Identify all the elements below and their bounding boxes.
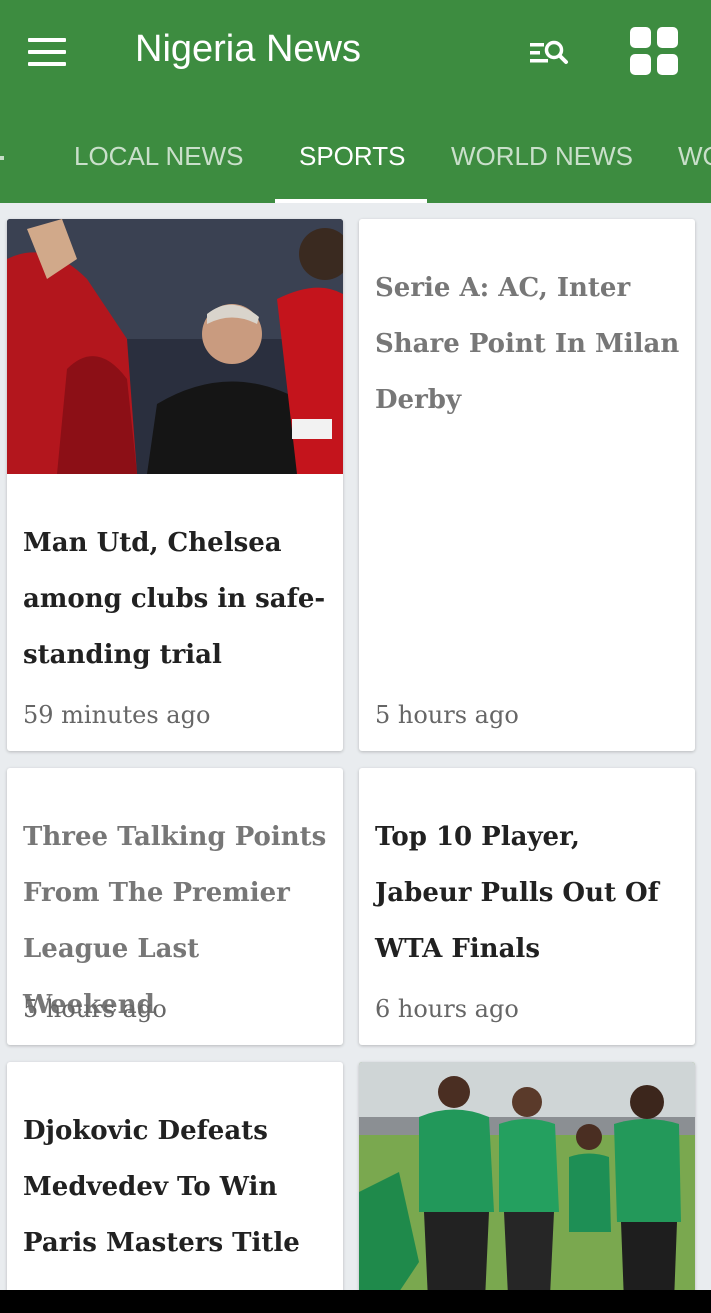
article-card[interactable]: Serie A: AC, Inter Share Point In Milan … <box>359 219 695 751</box>
system-navigation-bar <box>0 1290 711 1313</box>
article-card[interactable]: Djokovic Defeats Medvedev To Win Paris M… <box>7 1062 343 1313</box>
menu-button[interactable] <box>22 30 72 74</box>
article-time: 59 minutes ago <box>23 701 211 729</box>
article-card[interactable]: Three Talking Points From The Premier Le… <box>7 768 343 1045</box>
tab-sports[interactable]: SPORTS <box>299 112 405 203</box>
article-headline: Serie A: AC, Inter Share Point In Milan … <box>375 273 680 415</box>
tab-world-news[interactable]: WORLD NEWS <box>451 112 633 203</box>
article-headline: Man Utd, Chelsea among clubs in safe-sta… <box>23 528 326 670</box>
grid-view-button[interactable] <box>630 27 680 77</box>
article-card[interactable]: Man Utd, Chelsea among clubs in safe-sta… <box>7 219 343 751</box>
article-time: 5 hours ago <box>375 701 519 729</box>
tab-local-news[interactable]: LOCAL NEWS <box>74 112 244 203</box>
active-tab-indicator <box>275 199 427 203</box>
article-card[interactable]: Top 10 Player, Jabeur Pulls Out Of WTA F… <box>359 768 695 1045</box>
article-image <box>359 1062 695 1313</box>
article-card[interactable] <box>359 1062 695 1313</box>
article-headline: Djokovic Defeats Medvedev To Win Paris M… <box>23 1116 300 1258</box>
search-list-button[interactable] <box>524 30 576 74</box>
tab-overflow-indicator <box>0 156 4 160</box>
app-title: Nigeria News <box>135 28 361 70</box>
article-time: 5 hours ago <box>23 995 167 1023</box>
search-list-icon <box>530 40 568 64</box>
app-bar: Nigeria News LOCAL NEWS SPORTS WORLD NEW… <box>0 0 711 203</box>
tab-partial[interactable]: WO <box>678 112 711 203</box>
article-time: 6 hours ago <box>375 995 519 1023</box>
article-headline: Top 10 Player, Jabeur Pulls Out Of WTA F… <box>375 822 659 964</box>
category-tabs: LOCAL NEWS SPORTS WORLD NEWS WO <box>0 112 711 203</box>
article-image <box>7 219 343 474</box>
